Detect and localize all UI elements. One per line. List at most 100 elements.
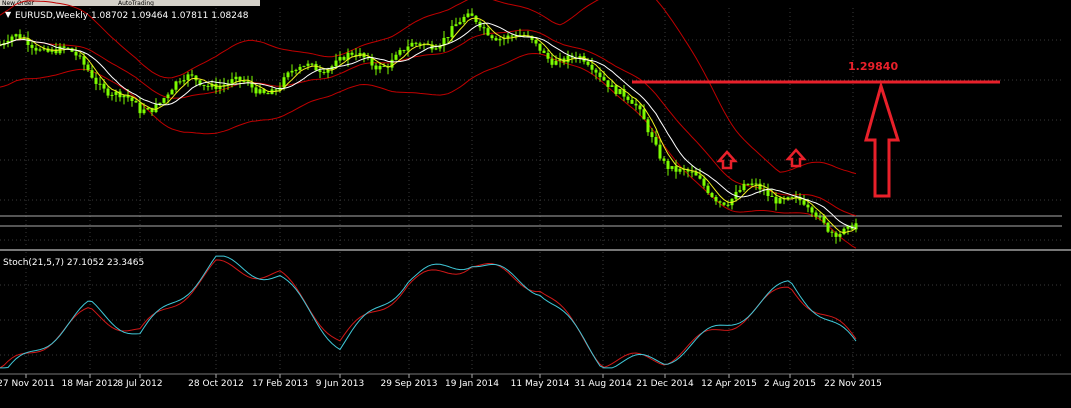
candle-body [334, 60, 338, 67]
candle-body [162, 98, 166, 103]
candle-body [646, 119, 650, 133]
candle-body [634, 103, 638, 106]
stoch-panel-header: Stoch(21,5,7) 27.1052 23.3465 [3, 258, 144, 268]
candle-body [254, 87, 258, 94]
candle-body [258, 89, 262, 94]
candle-body [470, 13, 474, 16]
candle-body [642, 109, 646, 120]
candle-body [14, 34, 18, 37]
x-tick-label: 21 Dec 2014 [636, 379, 694, 389]
candle-body [338, 57, 342, 61]
candle-body [94, 77, 98, 84]
candle-body [690, 171, 694, 173]
candle-body [638, 105, 642, 110]
candle-body [166, 94, 170, 99]
candle-body [714, 196, 718, 202]
candle-body [78, 55, 82, 57]
candle-body [766, 189, 770, 196]
candle-body [306, 63, 310, 66]
candle-body [10, 36, 14, 42]
candle-body [630, 99, 634, 104]
candle-body [498, 38, 502, 41]
x-tick-label: 31 Aug 2014 [574, 379, 632, 389]
candle-body [146, 107, 150, 110]
candle-body [154, 104, 158, 113]
candle-body [178, 81, 182, 83]
candle-body [770, 195, 774, 197]
candle-body [190, 74, 194, 76]
candle-body [410, 42, 414, 47]
candle-body [822, 216, 826, 223]
candle-body [130, 97, 134, 101]
candle-body [490, 35, 494, 39]
candle-body [606, 80, 610, 87]
candle-body [446, 37, 450, 39]
candle-body [626, 96, 630, 100]
candle-body [778, 198, 782, 204]
chevron-down-icon[interactable]: ▼ [5, 10, 12, 19]
candle-body [650, 132, 654, 138]
candle-body [382, 65, 386, 67]
candle-body [598, 72, 602, 78]
candle-body [830, 231, 834, 233]
candle-body [790, 197, 794, 199]
candle-body [406, 46, 410, 51]
candle-body [474, 15, 478, 22]
target-level-label: 1.29840 [848, 60, 898, 73]
toolbar-partial-label-2: AutoTrading [118, 0, 154, 7]
x-tick-label: 28 Oct 2012 [188, 379, 244, 389]
candle-body [30, 44, 34, 48]
candle-body [90, 70, 94, 78]
candle-body [102, 83, 106, 89]
candle-body [750, 183, 754, 185]
candle-body [106, 88, 110, 96]
candle-body [322, 71, 326, 73]
candle-body [774, 196, 778, 204]
candle-body [738, 190, 742, 192]
candle-body [138, 102, 142, 114]
candle-body [186, 74, 190, 81]
candle-body [242, 80, 246, 82]
candle-body [590, 64, 594, 70]
candle-body [98, 83, 102, 85]
candle-body [702, 178, 706, 186]
candle-body [826, 222, 830, 232]
candle-body [290, 70, 294, 73]
candle-body [550, 58, 554, 65]
x-tick-label: 29 Sep 2013 [380, 379, 437, 389]
candle-body [86, 64, 90, 71]
candle-body [398, 50, 402, 55]
candle-body [458, 22, 462, 25]
x-tick-label: 19 Jan 2014 [445, 379, 499, 389]
x-tick-label: 22 Nov 2015 [824, 379, 882, 389]
candle-body [658, 144, 662, 159]
candle-body [302, 65, 306, 67]
candle-body [726, 204, 730, 206]
candle-body [182, 80, 186, 82]
x-tick-label: 8 Jul 2012 [117, 379, 162, 389]
candle-body [534, 39, 538, 44]
candle-body [486, 28, 490, 36]
candle-body [314, 63, 318, 71]
candle-body [82, 56, 86, 65]
candle-body [814, 212, 818, 217]
candle-body [434, 48, 438, 50]
x-tick-label: 18 Mar 2012 [61, 379, 118, 389]
candle-body [230, 79, 234, 84]
candle-body [38, 49, 42, 51]
candle-body [838, 234, 842, 237]
candle-body [718, 201, 722, 203]
x-tick-label: 17 Feb 2013 [252, 379, 308, 389]
candle-body [318, 70, 322, 72]
candle-body [594, 69, 598, 73]
candle-body [670, 166, 674, 169]
candle-body [238, 76, 242, 81]
candle-body [674, 166, 678, 172]
candle-body [170, 89, 174, 95]
x-tick-label: 2 Aug 2015 [764, 379, 816, 389]
main-panel-header: EURUSD,Weekly 1.08702 1.09464 1.07811 1.… [15, 11, 249, 21]
candle-body [454, 24, 458, 27]
candle-body [546, 52, 550, 59]
candle-body [110, 94, 114, 96]
candle-body [414, 42, 418, 44]
